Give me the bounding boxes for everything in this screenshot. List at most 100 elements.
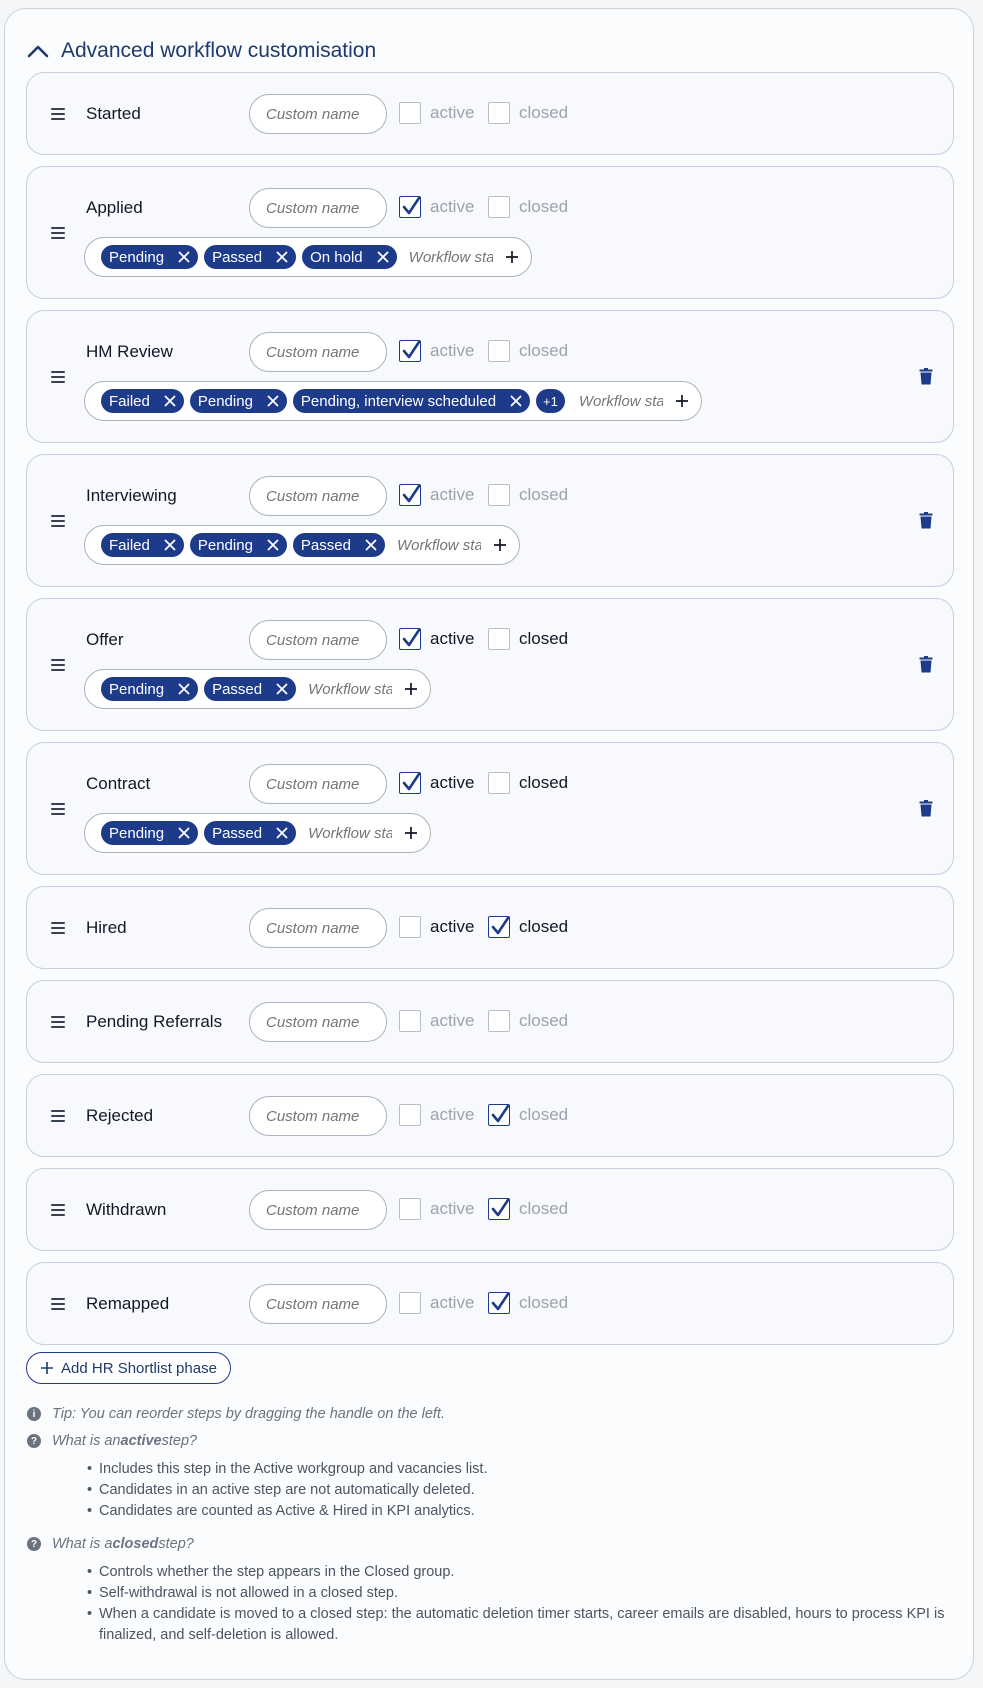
closed-checkbox[interactable]: closed xyxy=(488,340,568,362)
workflow-status-input[interactable] xyxy=(306,679,395,699)
remove-tag-icon[interactable] xyxy=(276,251,288,263)
workflow-status-input[interactable] xyxy=(394,535,483,555)
checkbox-box[interactable] xyxy=(399,1104,421,1126)
drag-handle-icon[interactable] xyxy=(51,659,65,671)
trash-icon[interactable] xyxy=(919,512,933,529)
active-checkbox[interactable]: active xyxy=(399,628,474,650)
workflow-status-input[interactable] xyxy=(406,247,495,267)
closed-checkbox[interactable]: closed xyxy=(488,1198,568,1220)
remove-tag-icon[interactable] xyxy=(178,827,190,839)
active-checkbox[interactable]: active xyxy=(399,484,474,506)
workflow-status-select[interactable]: Pending Passed xyxy=(84,813,432,853)
remove-tag-icon[interactable] xyxy=(276,683,288,695)
custom-name-input[interactable] xyxy=(249,908,387,948)
workflow-status-input[interactable] xyxy=(576,391,665,411)
custom-name-input[interactable] xyxy=(249,332,387,372)
remove-tag-icon[interactable] xyxy=(365,539,377,551)
checkbox-box[interactable] xyxy=(488,102,510,124)
active-checkbox[interactable]: active xyxy=(399,196,474,218)
checkbox-box[interactable] xyxy=(488,340,510,362)
checkbox-box[interactable] xyxy=(399,772,421,794)
drag-handle-icon[interactable] xyxy=(51,922,65,934)
closed-checkbox[interactable]: closed xyxy=(488,102,568,124)
remove-tag-icon[interactable] xyxy=(178,251,190,263)
drag-handle-icon[interactable] xyxy=(51,1110,65,1122)
checkbox-box[interactable] xyxy=(399,916,421,938)
active-checkbox[interactable]: active xyxy=(399,1104,474,1126)
custom-name-input[interactable] xyxy=(249,1190,387,1230)
active-checkbox[interactable]: active xyxy=(399,102,474,124)
checkbox-box[interactable] xyxy=(399,1198,421,1220)
custom-name-input[interactable] xyxy=(249,1284,387,1324)
add-tag-icon[interactable] xyxy=(404,826,418,840)
remove-tag-icon[interactable] xyxy=(267,395,279,407)
remove-tag-icon[interactable] xyxy=(164,395,176,407)
checkbox-box[interactable] xyxy=(399,340,421,362)
workflow-status-select[interactable]: Failed Pending Pending, interview schedule… xyxy=(84,381,702,421)
add-tag-icon[interactable] xyxy=(404,682,418,696)
active-checkbox[interactable]: active xyxy=(399,340,474,362)
drag-handle-icon[interactable] xyxy=(51,227,65,239)
custom-name-input[interactable] xyxy=(249,764,387,804)
checkbox-box[interactable] xyxy=(399,1010,421,1032)
drag-handle-icon[interactable] xyxy=(51,108,65,120)
checkbox-box[interactable] xyxy=(488,916,510,938)
add-tag-icon[interactable] xyxy=(675,394,689,408)
trash-icon[interactable] xyxy=(919,368,933,385)
checkbox-box[interactable] xyxy=(488,1198,510,1220)
checkbox-box[interactable] xyxy=(399,1292,421,1314)
custom-name-input[interactable] xyxy=(249,476,387,516)
remove-tag-icon[interactable] xyxy=(178,683,190,695)
closed-checkbox[interactable]: closed xyxy=(488,916,568,938)
workflow-status-select[interactable]: Pending Passed On hold xyxy=(84,237,532,277)
closed-checkbox[interactable]: closed xyxy=(488,484,568,506)
custom-name-input[interactable] xyxy=(249,94,387,134)
checkbox-box[interactable] xyxy=(399,196,421,218)
closed-checkbox[interactable]: closed xyxy=(488,1104,568,1126)
remove-tag-icon[interactable] xyxy=(276,827,288,839)
closed-checkbox[interactable]: closed xyxy=(488,628,568,650)
section-toggle[interactable]: Advanced workflow customisation xyxy=(27,31,376,71)
drag-handle-icon[interactable] xyxy=(51,371,65,383)
remove-tag-icon[interactable] xyxy=(377,251,389,263)
custom-name-input[interactable] xyxy=(249,1096,387,1136)
add-tag-icon[interactable] xyxy=(493,538,507,552)
checkbox-box[interactable] xyxy=(399,102,421,124)
active-checkbox[interactable]: active xyxy=(399,916,474,938)
custom-name-input[interactable] xyxy=(249,1002,387,1042)
drag-handle-icon[interactable] xyxy=(51,1016,65,1028)
active-checkbox[interactable]: active xyxy=(399,1292,474,1314)
drag-handle-icon[interactable] xyxy=(51,803,65,815)
add-phase-button[interactable]: Add HR Shortlist phase xyxy=(26,1352,231,1384)
workflow-status-select[interactable]: Pending Passed xyxy=(84,669,432,709)
remove-tag-icon[interactable] xyxy=(164,539,176,551)
active-checkbox[interactable]: active xyxy=(399,1010,474,1032)
checkbox-box[interactable] xyxy=(399,628,421,650)
custom-name-input[interactable] xyxy=(249,188,387,228)
checkbox-box[interactable] xyxy=(399,484,421,506)
closed-checkbox[interactable]: closed xyxy=(488,1292,568,1314)
checkbox-box[interactable] xyxy=(488,772,510,794)
checkbox-box[interactable] xyxy=(488,1292,510,1314)
drag-handle-icon[interactable] xyxy=(51,515,65,527)
checkbox-box[interactable] xyxy=(488,1104,510,1126)
trash-icon[interactable] xyxy=(919,800,933,817)
closed-checkbox[interactable]: closed xyxy=(488,1010,568,1032)
closed-checkbox[interactable]: closed xyxy=(488,772,568,794)
more-tags-badge[interactable]: +1 xyxy=(536,389,565,413)
closed-checkbox[interactable]: closed xyxy=(488,196,568,218)
checkbox-box[interactable] xyxy=(488,628,510,650)
checkbox-box[interactable] xyxy=(488,484,510,506)
remove-tag-icon[interactable] xyxy=(510,395,522,407)
checkbox-box[interactable] xyxy=(488,1010,510,1032)
drag-handle-icon[interactable] xyxy=(51,1298,65,1310)
active-checkbox[interactable]: active xyxy=(399,1198,474,1220)
drag-handle-icon[interactable] xyxy=(51,1204,65,1216)
workflow-status-input[interactable] xyxy=(306,823,395,843)
remove-tag-icon[interactable] xyxy=(267,539,279,551)
custom-name-input[interactable] xyxy=(249,620,387,660)
workflow-status-select[interactable]: Failed Pending Passed xyxy=(84,525,520,565)
trash-icon[interactable] xyxy=(919,656,933,673)
add-tag-icon[interactable] xyxy=(505,250,519,264)
active-checkbox[interactable]: active xyxy=(399,772,474,794)
